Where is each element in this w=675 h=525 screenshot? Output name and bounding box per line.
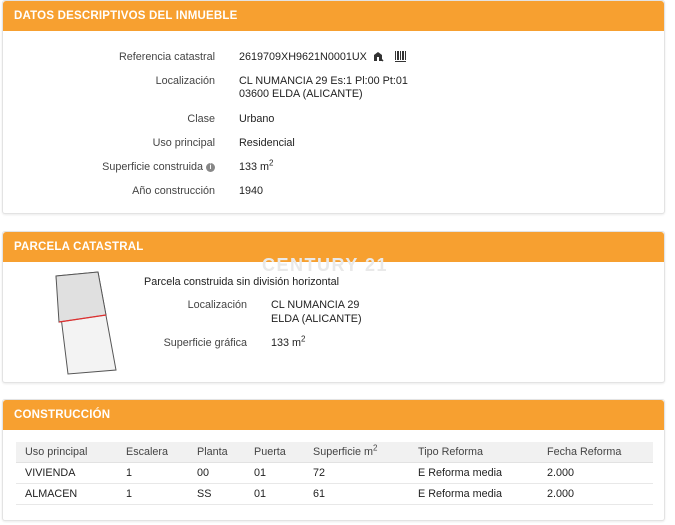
ano-value: 1940	[239, 185, 264, 197]
col-fecha-reforma: Fecha Reforma	[538, 442, 653, 463]
parcela-panel: PARCELA CATASTRAL Parcela construida sin…	[2, 231, 665, 383]
table-header-row: Uso principal Escalera Planta Puerta Sup…	[16, 442, 653, 463]
cell-puerta: 01	[245, 462, 304, 484]
superficie-value: 133 m2	[239, 158, 274, 174]
cell-planta: SS	[188, 483, 245, 505]
watermark: CENTURY 21	[262, 255, 389, 275]
table-row: ALMACEN 1 SS 01 61 E Reforma media 2.000	[16, 483, 653, 505]
parcel-plot-image	[55, 271, 117, 375]
cell-escalera: 1	[117, 483, 188, 505]
col-planta: Planta	[188, 442, 245, 463]
col-superficie-sup: 2	[373, 443, 378, 453]
parcela-localizacion-label: Localización	[187, 299, 247, 311]
cell-uso: VIVIENDA	[16, 462, 117, 484]
uso-label: Uso principal	[152, 137, 215, 149]
col-puerta: Puerta	[245, 442, 304, 463]
col-superficie: Superficie m2	[304, 442, 409, 463]
localizacion-line2: 03600 ELDA (ALICANTE)	[239, 88, 363, 100]
info-icon[interactable]: i	[206, 163, 215, 172]
localizacion-label: Localización	[155, 75, 215, 87]
cell-uso: ALMACEN	[16, 483, 117, 505]
clase-value: Urbano	[239, 113, 275, 125]
parcela-superficie-sup: 2	[301, 334, 306, 344]
col-uso-principal: Uso principal	[16, 442, 117, 463]
cell-fecha-reforma: 2.000	[538, 462, 653, 484]
cell-fecha-reforma: 2.000	[538, 483, 653, 505]
localizacion-line1: CL NUMANCIA 29 Es:1 Pl:00 Pt:01	[239, 75, 408, 87]
construccion-panel: CONSTRUCCIÓN Uso principal Escalera Plan…	[2, 399, 665, 521]
superficie-label: Superficie construida i	[3, 161, 215, 174]
table-row: VIVIENDA 1 00 01 72 E Reforma media 2.00…	[16, 462, 653, 484]
col-escalera: Escalera	[117, 442, 188, 463]
cell-planta: 00	[188, 462, 245, 484]
col-tipo-reforma: Tipo Reforma	[409, 442, 538, 463]
cell-escalera: 1	[117, 462, 188, 484]
parcela-superficie-label: Superficie gráfica	[163, 337, 247, 349]
construccion-table: Uso principal Escalera Planta Puerta Sup…	[16, 442, 653, 505]
parcela-localizacion-line1: CL NUMANCIA 29	[271, 299, 360, 311]
barcode-icon[interactable]	[394, 51, 406, 66]
ano-label: Año construcción	[132, 185, 215, 197]
col-superficie-text: Superficie m	[313, 446, 374, 458]
superficie-value-text: 133 m	[239, 161, 270, 173]
construccion-header: CONSTRUCCIÓN	[3, 400, 664, 430]
cell-superficie: 61	[304, 483, 409, 505]
parcela-superficie-value: 133 m2	[271, 334, 306, 350]
parcela-superficie-text: 133 m	[271, 337, 302, 349]
cell-superficie: 72	[304, 462, 409, 484]
superficie-sup: 2	[269, 158, 274, 168]
cell-tipo-reforma: E Reforma media	[409, 483, 538, 505]
cell-tipo-reforma: E Reforma media	[409, 462, 538, 484]
referencia-label: Referencia catastral	[118, 51, 215, 63]
datos-header: DATOS DESCRIPTIVOS DEL INMUEBLE	[3, 1, 664, 31]
parcela-desc: Parcela construida sin división horizont…	[144, 276, 340, 288]
referencia-text: 2619709XH9621N0001UX	[239, 51, 367, 63]
parcela-localizacion-line2: ELDA (ALICANTE)	[271, 313, 362, 325]
superficie-label-text: Superficie construida	[102, 161, 203, 173]
uso-value: Residencial	[239, 137, 295, 149]
clase-label: Clase	[187, 113, 215, 125]
referencia-value: 2619709XH9621N0001UX	[239, 51, 406, 66]
datos-panel: DATOS DESCRIPTIVOS DEL INMUEBLE Referenc…	[2, 0, 665, 214]
cell-puerta: 01	[245, 483, 304, 505]
map-location-icon[interactable]	[373, 51, 384, 66]
